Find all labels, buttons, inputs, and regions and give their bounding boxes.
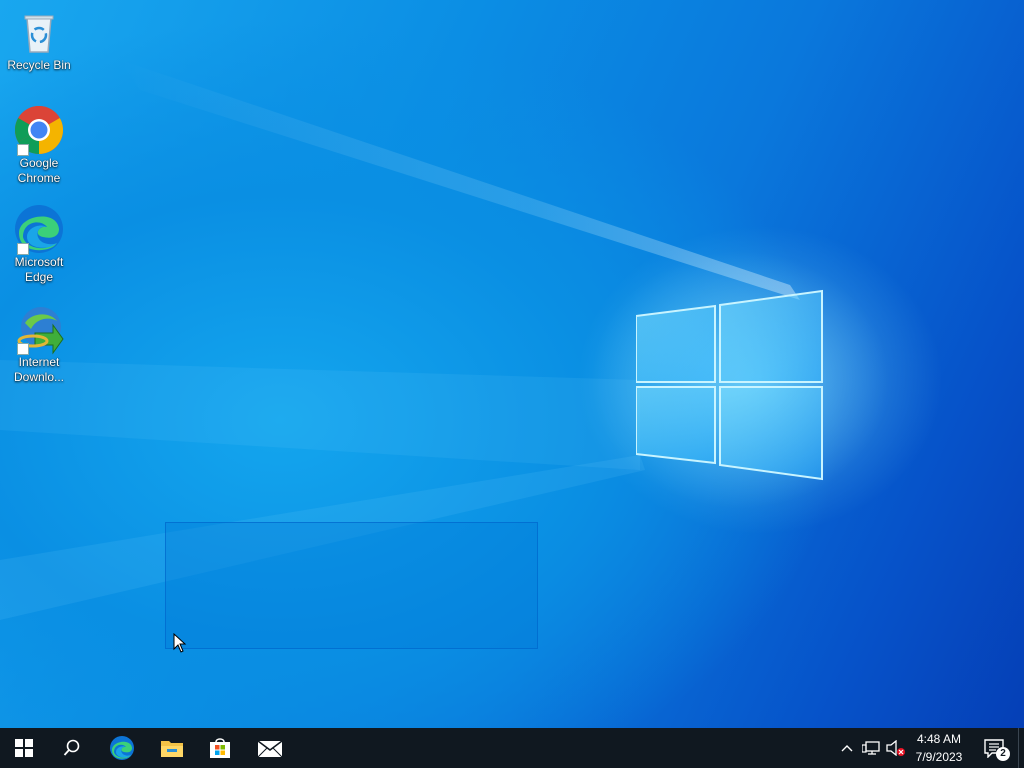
desktop[interactable]: Recycle Bin Google Chrome Microsoft Edge… bbox=[0, 0, 1024, 728]
show-desktop-button[interactable] bbox=[1018, 728, 1024, 768]
desktop-icon-label: Google Chrome bbox=[17, 156, 61, 185]
taskbar-file-explorer-button[interactable] bbox=[148, 728, 196, 768]
volume-tray-button[interactable] bbox=[884, 728, 908, 768]
desktop-icon-recycle-bin[interactable]: Recycle Bin bbox=[4, 6, 74, 73]
shortcut-arrow-icon bbox=[17, 243, 29, 255]
selection-rectangle bbox=[165, 522, 538, 649]
taskbar-edge-button[interactable] bbox=[98, 728, 146, 768]
clock-time: 4:48 AM bbox=[916, 732, 962, 746]
edge-icon bbox=[110, 736, 134, 760]
search-button[interactable] bbox=[48, 728, 96, 768]
desktop-icon-label: Recycle Bin bbox=[7, 58, 71, 72]
desktop-icon-google-chrome[interactable]: Google Chrome bbox=[4, 104, 74, 186]
taskbar-mail-button[interactable] bbox=[246, 728, 294, 768]
network-tray-button[interactable] bbox=[860, 728, 882, 768]
recycle-bin-icon bbox=[13, 6, 65, 58]
mail-icon bbox=[257, 740, 283, 758]
microsoft-store-icon bbox=[210, 738, 230, 758]
shortcut-arrow-icon bbox=[17, 144, 29, 156]
taskbar-microsoft-store-button[interactable] bbox=[196, 728, 244, 768]
chrome-icon bbox=[13, 104, 65, 156]
file-explorer-icon bbox=[161, 741, 183, 757]
desktop-icon-microsoft-edge[interactable]: Microsoft Edge bbox=[4, 203, 74, 285]
taskbar: 4:48 AM 7/9/2023 2 bbox=[0, 728, 1024, 768]
action-center-button[interactable]: 2 bbox=[974, 728, 1014, 768]
mouse-cursor-icon bbox=[173, 633, 187, 653]
internet-download-manager-icon bbox=[13, 303, 65, 355]
notification-count-badge: 2 bbox=[996, 747, 1010, 761]
windows-start-icon bbox=[15, 739, 33, 757]
desktop-icon-label: Internet Downlo... bbox=[13, 355, 65, 384]
edge-icon bbox=[13, 203, 65, 255]
network-icon bbox=[862, 741, 880, 755]
taskbar-clock[interactable]: 4:48 AM 7/9/2023 bbox=[908, 728, 970, 768]
clock-date: 7/9/2023 bbox=[915, 750, 963, 764]
volume-muted-icon bbox=[886, 740, 905, 756]
search-icon bbox=[63, 739, 80, 756]
desktop-icon-internet-download-manager[interactable]: Internet Downlo... bbox=[4, 303, 74, 385]
desktop-icon-label: Microsoft Edge bbox=[14, 255, 64, 284]
show-hidden-icons-button[interactable] bbox=[836, 728, 858, 768]
chevron-up-icon bbox=[841, 745, 853, 752]
start-button[interactable] bbox=[0, 728, 48, 768]
windows-logo-wallpaper bbox=[636, 289, 823, 481]
shortcut-arrow-icon bbox=[17, 343, 29, 355]
